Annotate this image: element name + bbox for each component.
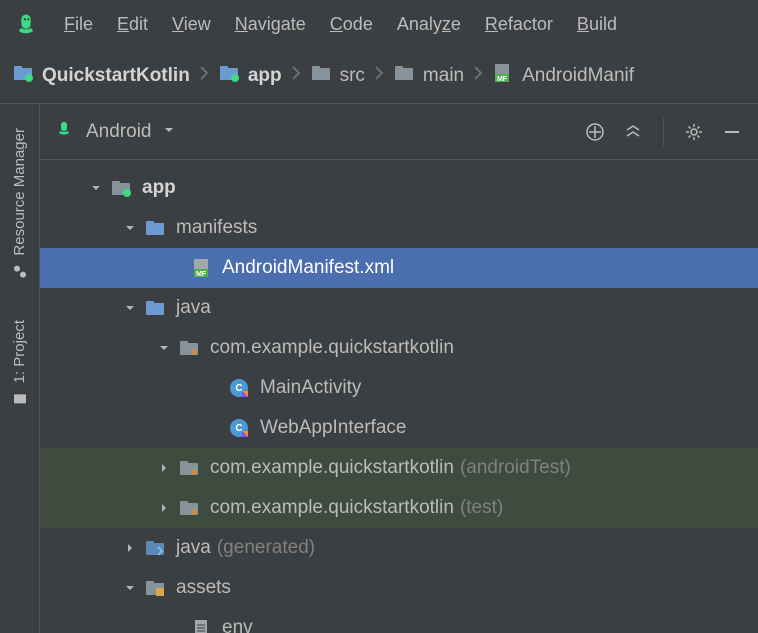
- tree-row[interactable]: app: [40, 168, 758, 208]
- android-icon: [54, 118, 76, 145]
- tree-arrow-icon[interactable]: [88, 182, 104, 194]
- breadcrumb-app[interactable]: app: [218, 62, 282, 89]
- folder-icon: [393, 62, 415, 89]
- tree-arrow-icon[interactable]: [156, 502, 172, 514]
- breadcrumb-label: AndroidManif: [522, 65, 634, 87]
- gear-icon[interactable]: [682, 120, 706, 144]
- project-tab-icon: [11, 391, 28, 407]
- menu-navigate[interactable]: Navigate: [235, 14, 306, 35]
- menu-edit[interactable]: Edit: [117, 14, 148, 35]
- tree-label: MainActivity: [260, 377, 361, 399]
- toolbar-divider: [663, 118, 664, 146]
- tree-label: com.example.quickstartkotlin: [210, 457, 454, 479]
- tree-row[interactable]: env: [40, 608, 758, 633]
- minimize-icon[interactable]: [720, 120, 744, 144]
- tree-row[interactable]: assets: [40, 568, 758, 608]
- select-opened-file-icon[interactable]: [583, 120, 607, 144]
- tree-suffix: (test): [460, 497, 503, 519]
- kotlin-class-icon: C: [228, 377, 250, 399]
- manifest-icon: MF: [190, 257, 212, 279]
- tree-label: java: [176, 537, 211, 559]
- menu-refactor[interactable]: Refactor: [485, 14, 553, 35]
- tree-row[interactable]: C MainActivity: [40, 368, 758, 408]
- menu-build[interactable]: Build: [577, 14, 617, 35]
- package-icon: [178, 457, 200, 479]
- tree-row[interactable]: com.example.quickstartkotlin (androidTest…: [40, 448, 758, 488]
- tree-label: env: [222, 617, 253, 633]
- tree-row[interactable]: MF AndroidManifest.xml: [40, 248, 758, 288]
- chevron-right-icon: [196, 63, 212, 88]
- gen-folder-icon: [144, 537, 166, 559]
- package-icon: [178, 337, 200, 359]
- tree-label: manifests: [176, 217, 257, 239]
- menu-analyze[interactable]: Analyze: [397, 14, 461, 35]
- breadcrumb-label: main: [423, 65, 464, 87]
- breadcrumb-src[interactable]: src: [310, 62, 365, 89]
- tree-suffix: (androidTest): [460, 457, 571, 479]
- android-studio-logo-icon: [12, 10, 40, 38]
- collapse-all-icon[interactable]: [621, 120, 645, 144]
- tree-row[interactable]: java (generated): [40, 528, 758, 568]
- tree-label: com.example.quickstartkotlin: [210, 497, 454, 519]
- tree-row[interactable]: com.example.quickstartkotlin: [40, 328, 758, 368]
- project-toolbar: Android: [40, 104, 758, 160]
- menubar: File Edit View Navigate Code Analyze Ref…: [0, 0, 758, 48]
- breadcrumb-label: QuickstartKotlin: [42, 65, 190, 87]
- sidebar-tab-label: Resource Manager: [11, 128, 28, 256]
- tree-row[interactable]: manifests: [40, 208, 758, 248]
- chevron-down-icon: [162, 121, 176, 142]
- svg-text:MF: MF: [196, 271, 207, 278]
- tree-arrow-icon[interactable]: [122, 582, 138, 594]
- tree-arrow-icon[interactable]: [156, 342, 172, 354]
- file-icon: [190, 617, 212, 633]
- module-icon: [110, 177, 132, 199]
- tree-arrow-icon[interactable]: [122, 222, 138, 234]
- assets-folder-icon: [144, 577, 166, 599]
- project-view-selector[interactable]: Android: [54, 118, 176, 145]
- tree-suffix: (generated): [217, 537, 315, 559]
- left-sidebar: Resource Manager 1: Project: [0, 104, 40, 633]
- package-icon: [178, 497, 200, 519]
- selector-label: Android: [86, 121, 152, 143]
- kotlin-class-icon: C: [228, 417, 250, 439]
- chevron-right-icon: [371, 63, 387, 88]
- svg-text:MF: MF: [497, 76, 508, 83]
- folder-icon: [144, 217, 166, 239]
- menu-view[interactable]: View: [172, 14, 211, 35]
- folder-icon: [144, 297, 166, 319]
- tree-arrow-icon[interactable]: [122, 302, 138, 314]
- breadcrumb-main[interactable]: main: [393, 62, 464, 89]
- breadcrumb: QuickstartKotlin app src main MF Android…: [0, 48, 758, 104]
- tree-label: AndroidManifest.xml: [222, 257, 394, 279]
- manifest-icon: MF: [492, 62, 514, 89]
- chevron-right-icon: [470, 63, 486, 88]
- module-icon: [218, 62, 240, 89]
- breadcrumb-label: app: [248, 65, 282, 87]
- tree-label: com.example.quickstartkotlin: [210, 337, 454, 359]
- breadcrumb-label: src: [340, 65, 365, 87]
- tree-row[interactable]: C WebAppInterface: [40, 408, 758, 448]
- sidebar-tab-resource-manager[interactable]: Resource Manager: [7, 118, 32, 290]
- tree-arrow-icon[interactable]: [156, 462, 172, 474]
- tree-label: WebAppInterface: [260, 417, 406, 439]
- menu-file[interactable]: File: [64, 14, 93, 35]
- svg-text:C: C: [235, 383, 242, 394]
- folder-icon: [310, 62, 332, 89]
- breadcrumb-manifest[interactable]: MF AndroidManif: [492, 62, 634, 89]
- sidebar-tab-project[interactable]: 1: Project: [7, 310, 32, 417]
- project-icon: [12, 62, 34, 89]
- tree-label: java: [176, 297, 211, 319]
- tree-row[interactable]: java: [40, 288, 758, 328]
- chevron-right-icon: [288, 63, 304, 88]
- tree-label: assets: [176, 577, 231, 599]
- project-tree: appmanifests MF AndroidManifest.xml java com…: [40, 160, 758, 633]
- resource-manager-icon: [11, 264, 28, 280]
- tree-row[interactable]: com.example.quickstartkotlin (test): [40, 488, 758, 528]
- menu-code[interactable]: Code: [330, 14, 373, 35]
- svg-text:C: C: [235, 423, 242, 434]
- tree-label: app: [142, 177, 176, 199]
- tree-arrow-icon[interactable]: [122, 542, 138, 554]
- sidebar-tab-label: 1: Project: [11, 320, 28, 383]
- breadcrumb-project[interactable]: QuickstartKotlin: [12, 62, 190, 89]
